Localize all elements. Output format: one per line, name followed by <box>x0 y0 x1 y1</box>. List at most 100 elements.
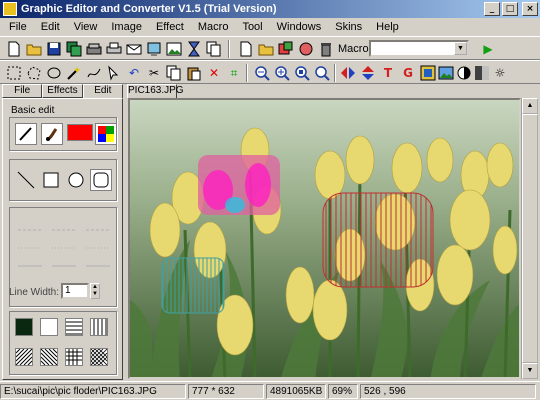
scroll-up-icon[interactable]: ▲ <box>522 98 538 114</box>
menu-edit[interactable]: Edit <box>34 21 67 33</box>
back-diagonal-pattern[interactable] <box>40 348 58 366</box>
delete-icon[interactable]: ✕ <box>206 65 222 81</box>
rotate-icon[interactable]: G <box>400 65 416 81</box>
select-icon[interactable] <box>106 65 122 81</box>
grayscale-icon[interactable] <box>474 65 490 81</box>
horizontal-lines-pattern[interactable] <box>65 318 83 336</box>
app-icon <box>3 2 17 16</box>
folder-open-icon[interactable] <box>258 41 274 57</box>
fill-pattern-group <box>9 311 117 375</box>
line-style-preview[interactable] <box>10 212 116 282</box>
zoom-in-icon[interactable] <box>274 65 290 81</box>
document-icon[interactable] <box>238 41 254 57</box>
menu-macro[interactable]: Macro <box>191 21 236 33</box>
scan-icon[interactable] <box>86 41 102 57</box>
vertical-lines-pattern[interactable] <box>90 318 108 336</box>
color-palette-icon[interactable] <box>95 123 117 145</box>
panel-title: Basic edit <box>11 105 55 116</box>
cut-icon[interactable]: ✂ <box>146 65 162 81</box>
menu-file[interactable]: File <box>2 21 34 33</box>
title-bar: Graphic Editor and Converter V1.5 (Trial… <box>0 0 540 18</box>
flip-vertical-icon[interactable] <box>360 65 376 81</box>
minimize-button[interactable]: _ <box>484 2 500 16</box>
scroll-down-icon[interactable]: ▼ <box>522 363 538 379</box>
grid-pattern[interactable] <box>65 348 83 366</box>
menu-tool[interactable]: Tool <box>235 21 269 33</box>
new-file-icon[interactable] <box>6 41 22 57</box>
diagonal-pattern[interactable] <box>15 348 33 366</box>
empty-fill-pattern[interactable] <box>40 318 58 336</box>
line-width-spinner[interactable]: ▲ ▼ <box>90 283 100 299</box>
image-canvas[interactable] <box>128 98 521 379</box>
document-tab[interactable]: PIC163.JPG <box>127 84 184 98</box>
macro-select[interactable]: ▼ <box>369 40 469 57</box>
menu-bar: File Edit View Image Effect Macro Tool W… <box>0 18 540 36</box>
delete-icon[interactable] <box>318 41 334 57</box>
status-size: 4891065KB <box>266 383 326 399</box>
copy-icon[interactable] <box>166 65 182 81</box>
zoom-actual-icon[interactable] <box>314 65 330 81</box>
menu-help[interactable]: Help <box>369 21 406 33</box>
crop-icon[interactable]: ⌗ <box>226 65 242 81</box>
flip-horizontal-icon[interactable] <box>340 65 356 81</box>
edit-panel: Basic edit Line Width: 1 ▲ ▼ <box>2 98 123 380</box>
run-macro-icon[interactable]: ▶ <box>480 41 496 57</box>
brightness-icon[interactable]: ☼ <box>492 65 508 81</box>
lasso-select-icon[interactable] <box>26 65 42 81</box>
line-width-input[interactable]: 1 <box>61 283 89 299</box>
fill-color-swatch[interactable] <box>67 124 93 141</box>
menu-skins[interactable]: Skins <box>328 21 369 33</box>
status-zoom: 69% <box>328 383 358 399</box>
line-icon[interactable] <box>15 169 37 191</box>
print-icon[interactable] <box>106 41 122 57</box>
rectangle-icon[interactable] <box>40 169 62 191</box>
copy-icon[interactable] <box>206 41 222 57</box>
paste-icon[interactable] <box>186 65 202 81</box>
resize-icon[interactable] <box>420 65 436 81</box>
brush-icon[interactable] <box>41 123 63 145</box>
menu-image[interactable]: Image <box>104 21 149 33</box>
tab-edit[interactable]: Edit <box>82 84 123 98</box>
crosshatch-pattern[interactable] <box>90 348 108 366</box>
undo-icon[interactable]: ↶ <box>126 65 142 81</box>
left-panel: File Effects Edit Basic edit Line Width:… <box>2 84 123 380</box>
text-icon[interactable]: T <box>380 65 396 81</box>
image-icon[interactable] <box>166 41 182 57</box>
zoom-out-icon[interactable] <box>254 65 270 81</box>
tab-file[interactable]: File <box>2 84 43 98</box>
picture-icon[interactable] <box>438 65 454 81</box>
batch-icon[interactable] <box>278 41 294 57</box>
rounded-rect-icon[interactable] <box>90 169 112 191</box>
tulip-photo <box>130 100 519 377</box>
menu-windows[interactable]: Windows <box>270 21 329 33</box>
zoom-fit-icon[interactable] <box>294 65 310 81</box>
ellipse-select-icon[interactable] <box>46 65 62 81</box>
open-folder-icon[interactable] <box>26 41 42 57</box>
ellipse-icon[interactable] <box>65 169 87 191</box>
chevron-down-icon[interactable]: ▼ <box>454 42 467 55</box>
save-all-icon[interactable] <box>66 41 82 57</box>
vertical-scrollbar[interactable]: ▲ ▼ <box>521 98 538 379</box>
tools-group <box>9 117 117 151</box>
save-icon[interactable] <box>46 41 62 57</box>
line-width-label: Line Width: <box>9 287 60 298</box>
status-bar: E:\sucai\pic\pic floder\PIC163.JPG 777 *… <box>0 381 540 400</box>
menu-view[interactable]: View <box>67 21 105 33</box>
capture-icon[interactable] <box>146 41 162 57</box>
solid-fill-pattern[interactable] <box>15 318 33 336</box>
magic-wand-icon[interactable] <box>66 65 82 81</box>
freehand-icon[interactable] <box>86 65 102 81</box>
contrast-icon[interactable] <box>456 65 472 81</box>
maximize-button[interactable]: □ <box>502 2 518 16</box>
close-button[interactable]: × <box>522 2 538 16</box>
pen-icon[interactable] <box>15 123 37 145</box>
scrollbar-thumb[interactable] <box>522 114 538 363</box>
status-dimensions: 777 * 632 <box>188 383 264 399</box>
email-icon[interactable] <box>126 41 142 57</box>
tab-effects[interactable]: Effects <box>42 84 83 98</box>
status-cursor: 526 , 596 <box>360 383 536 399</box>
menu-effect[interactable]: Effect <box>149 21 191 33</box>
rect-select-icon[interactable] <box>6 65 22 81</box>
convert-icon[interactable] <box>298 41 314 57</box>
hourglass-icon[interactable] <box>186 41 202 57</box>
